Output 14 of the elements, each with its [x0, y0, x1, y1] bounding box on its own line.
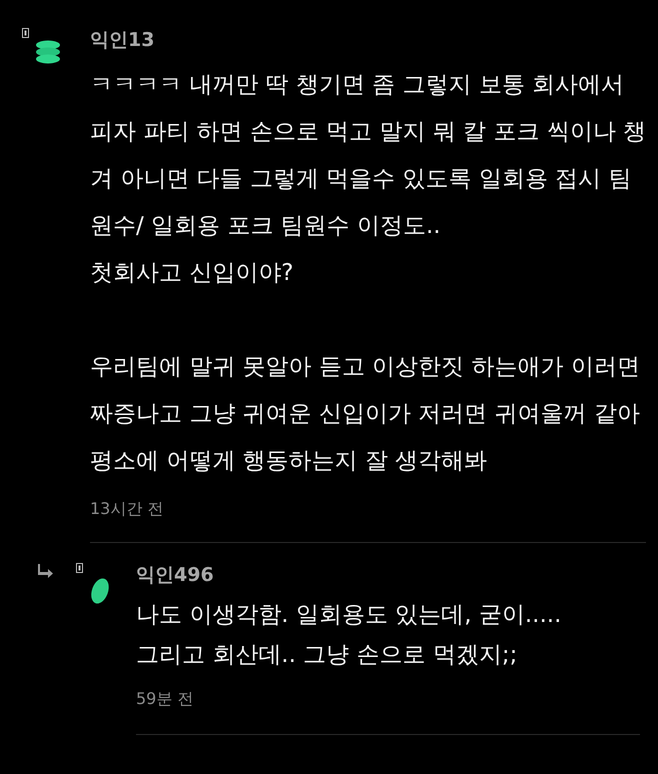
timestamp: 59분 전	[136, 688, 194, 710]
comment-line: 나도 이생각함. 일회용도 있는데, 굳이.....	[136, 601, 562, 630]
comment-line: 겨 아니면 다들 그렇게 먹을수 있도록 일회용 접시 팀	[90, 165, 632, 194]
timestamp: 13시간 전	[90, 498, 164, 520]
comment-line: 평소에 어떻게 행동하는지 잘 생각해봐	[90, 447, 488, 476]
comment-line: 첫회사고 신입이야?	[90, 259, 295, 288]
comment-line: 우리팀에 말귀 못알아 듣고 이상한짓 하는애가 이러면	[90, 353, 641, 382]
author-name: 익인496	[136, 563, 215, 587]
author-name: 익인13	[90, 28, 156, 52]
comment-line: ㅋㅋㅋㅋ 내꺼만 딱 챙기면 좀 그렇지 보통 회사에서	[90, 71, 626, 100]
comment-line: 피자 파티 하면 손으로 먹고 말지 뭐 칼 포크 씩이나 챙	[90, 118, 646, 147]
comment-line: 짜증나고 그냥 귀여운 신입이가 저러면 귀여울꺼 같아	[90, 400, 641, 429]
comment-line: 원수/ 일회용 포크 팀원수 이정도..	[90, 212, 442, 241]
comment-line: 그리고 회산데.. 그냥 손으로 먹겠지;;	[136, 641, 518, 670]
